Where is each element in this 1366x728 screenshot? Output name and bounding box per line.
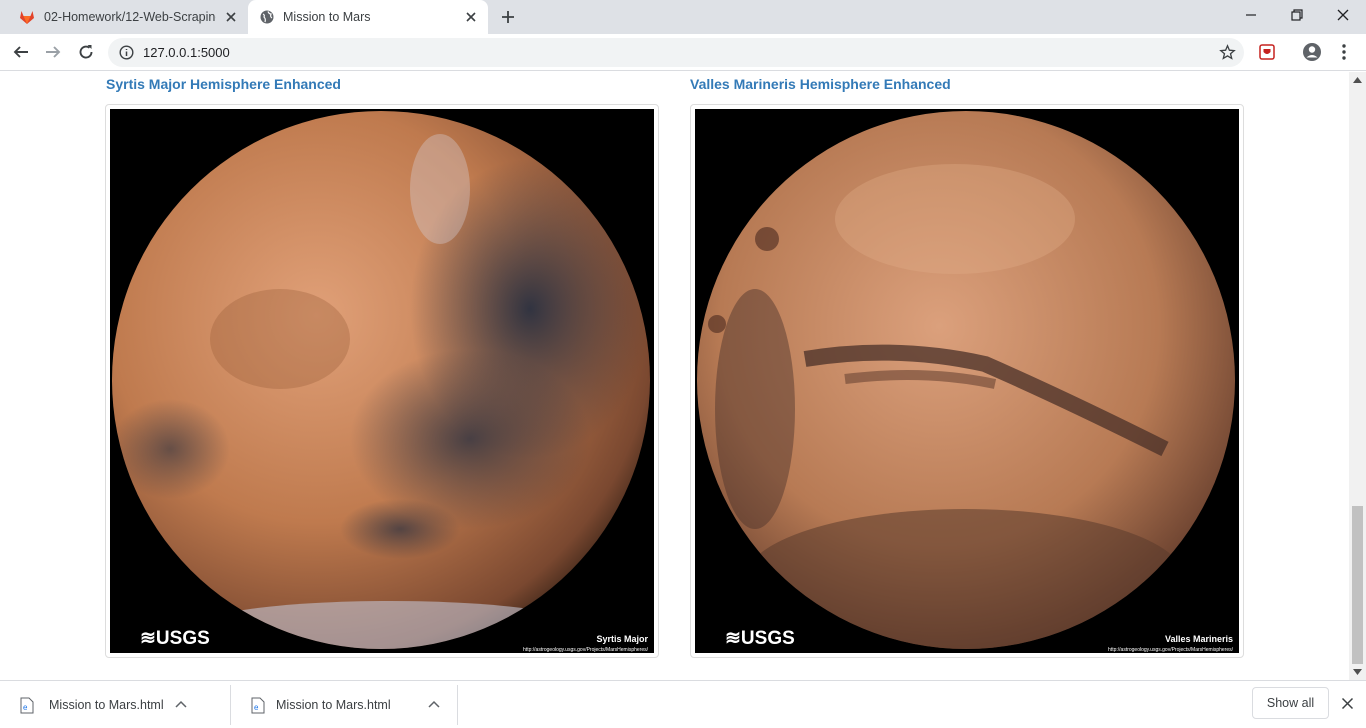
show-all-downloads-button[interactable]: Show all bbox=[1252, 687, 1329, 719]
minimize-icon[interactable] bbox=[1244, 8, 1258, 22]
download-shelf: e Mission to Mars.html e Mission to Mars… bbox=[0, 680, 1366, 728]
image-caption: Syrtis Major bbox=[596, 634, 648, 644]
usgs-logo: ≋USGS bbox=[725, 628, 795, 649]
hemisphere-title[interactable]: Syrtis Major Hemisphere Enhanced bbox=[106, 76, 341, 92]
page-viewport: Syrtis Major Hemisphere Enhanced ≋USGS S… bbox=[0, 72, 1366, 680]
back-arrow-icon[interactable] bbox=[12, 43, 30, 61]
tab-gitlab[interactable]: 02-Homework/12-Web-Scraping bbox=[0, 0, 248, 34]
close-tab-icon[interactable] bbox=[224, 10, 238, 24]
extension-icon[interactable] bbox=[1257, 42, 1277, 62]
gitlab-icon bbox=[20, 11, 34, 24]
tab-strip: 02-Homework/12-Web-Scraping Mission to M… bbox=[0, 0, 1366, 34]
address-bar[interactable]: 127.0.0.1:5000 bbox=[108, 38, 1244, 67]
image-caption: Valles Marineris bbox=[1165, 634, 1233, 644]
tab-title: 02-Homework/12-Web-Scraping bbox=[44, 10, 216, 24]
valles-marineris-image: ≋USGS Valles Marineris http://astrogeolo… bbox=[695, 109, 1239, 653]
hemisphere-thumbnail[interactable]: ≋USGS Valles Marineris http://astrogeolo… bbox=[690, 104, 1244, 658]
html-file-icon: e bbox=[251, 697, 265, 714]
syrtis-major-image: ≋USGS Syrtis Major http://astrogeology.u… bbox=[110, 109, 654, 653]
globe-icon bbox=[260, 10, 274, 24]
close-icon[interactable] bbox=[1341, 697, 1354, 710]
reload-icon[interactable] bbox=[77, 43, 95, 61]
browser-toolbar: 127.0.0.1:5000 bbox=[0, 34, 1366, 71]
download-item[interactable]: e Mission to Mars.html bbox=[231, 685, 458, 725]
download-filename: Mission to Mars.html bbox=[49, 698, 164, 712]
page-scrollbar[interactable] bbox=[1349, 72, 1366, 680]
html-file-icon: e bbox=[20, 697, 34, 714]
scroll-up-arrow-icon[interactable] bbox=[1353, 77, 1362, 83]
svg-text:e: e bbox=[23, 703, 28, 712]
image-credit: http://astrogeology.usgs.gov/Projects/Ma… bbox=[1108, 647, 1234, 653]
download-filename: Mission to Mars.html bbox=[276, 698, 391, 712]
scrollbar-thumb[interactable] bbox=[1352, 506, 1363, 664]
hemisphere-title[interactable]: Valles Marineris Hemisphere Enhanced bbox=[690, 76, 951, 92]
profile-avatar-icon[interactable] bbox=[1302, 42, 1322, 62]
address-text: 127.0.0.1:5000 bbox=[143, 45, 230, 60]
image-credit: http://astrogeology.usgs.gov/Projects/Ma… bbox=[523, 647, 649, 653]
tab-title: Mission to Mars bbox=[283, 10, 371, 24]
chevron-up-icon[interactable] bbox=[174, 698, 188, 712]
download-item[interactable]: e Mission to Mars.html bbox=[0, 685, 231, 725]
bookmark-star-icon[interactable] bbox=[1219, 44, 1236, 61]
new-tab-icon[interactable] bbox=[500, 9, 516, 25]
restore-icon[interactable] bbox=[1290, 8, 1304, 22]
forward-arrow-icon[interactable] bbox=[44, 43, 62, 61]
svg-text:e: e bbox=[254, 703, 259, 712]
close-window-icon[interactable] bbox=[1336, 8, 1350, 22]
tab-mission-to-mars[interactable]: Mission to Mars bbox=[248, 0, 488, 34]
info-icon[interactable] bbox=[119, 45, 134, 60]
chevron-up-icon[interactable] bbox=[427, 698, 441, 712]
close-tab-icon[interactable] bbox=[464, 10, 478, 24]
hemisphere-thumbnail[interactable]: ≋USGS Syrtis Major http://astrogeology.u… bbox=[105, 104, 659, 658]
usgs-logo: ≋USGS bbox=[140, 628, 210, 649]
menu-kebab-icon[interactable] bbox=[1334, 42, 1354, 62]
scroll-down-arrow-icon[interactable] bbox=[1353, 669, 1362, 675]
